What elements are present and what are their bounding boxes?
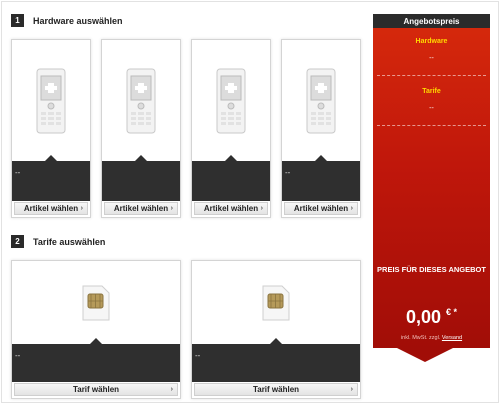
phone-image <box>12 40 90 161</box>
sidebar-tarife-label: Tarife <box>422 88 441 95</box>
button-label: Tarif wählen <box>252 385 300 394</box>
phone-icon <box>306 68 336 133</box>
hardware-card-info <box>192 155 270 201</box>
button-label: Tarif wählen <box>72 385 120 394</box>
sidebar-tarife-value: -- <box>429 105 434 112</box>
tarif-card-2[interactable]: -- Tarif wählen › <box>191 260 361 399</box>
artikel-waehlen-button[interactable]: Artikel wählen › <box>104 202 178 215</box>
sidebar-hardware-label: Hardware <box>415 38 448 45</box>
tarif-card-value: -- <box>15 351 21 360</box>
versand-link[interactable]: Versand <box>442 335 462 341</box>
tarif-waehlen-button[interactable]: Tarif wählen › <box>194 383 358 396</box>
price-sidebar: Angebotspreis Hardware -- Tarife -- PREI… <box>373 14 490 348</box>
divider <box>377 75 486 76</box>
tarif-card-info: -- <box>192 338 360 382</box>
hardware-card-info <box>102 155 180 201</box>
tarife-section-title: Tarife auswählen <box>33 236 106 247</box>
step-number-2: 2 <box>11 235 24 248</box>
price-value: 0,00 <box>405 307 441 327</box>
artikel-waehlen-button[interactable]: Artikel wählen › <box>284 202 358 215</box>
hardware-section-header: 1 Hardware auswählen <box>11 14 123 27</box>
chevron-right-icon: › <box>350 386 353 393</box>
sidebar-hardware-value: -- <box>429 55 434 62</box>
phone-image <box>282 40 360 161</box>
sim-image <box>12 261 180 344</box>
sidebar-header: Angebotspreis <box>373 14 490 28</box>
phone-image <box>102 40 180 161</box>
hardware-card-info: -- <box>282 155 360 201</box>
hardware-section-title: Hardware auswählen <box>33 15 123 26</box>
chevron-right-icon: › <box>170 205 173 212</box>
button-label: Artikel wählen <box>293 204 349 213</box>
hardware-card-2[interactable]: Artikel wählen › <box>101 39 181 218</box>
hardware-card-value: -- <box>15 168 21 177</box>
chevron-right-icon: › <box>170 386 173 393</box>
button-label: Artikel wählen <box>113 204 169 213</box>
tarife-section-header: 2 Tarife auswählen <box>11 235 105 248</box>
phone-icon <box>216 68 246 133</box>
artikel-waehlen-button[interactable]: Artikel wählen › <box>14 202 88 215</box>
price-note-text: inkl. MwSt. zzgl. <box>400 335 441 341</box>
tarif-card-value: -- <box>195 351 201 360</box>
sim-card-icon <box>262 285 290 320</box>
phone-icon <box>126 68 156 133</box>
phone-image <box>192 40 270 161</box>
sim-card-icon <box>82 285 110 320</box>
artikel-waehlen-button[interactable]: Artikel wählen › <box>194 202 268 215</box>
step-number-1: 1 <box>11 14 24 27</box>
phone-icon <box>36 68 66 133</box>
sim-image <box>192 261 360 344</box>
hardware-card-3[interactable]: Artikel wählen › <box>191 39 271 218</box>
sidebar-arrow <box>397 348 453 362</box>
tarif-card-1[interactable]: -- Tarif wählen › <box>11 260 181 399</box>
total-price: 0,00 € * <box>373 307 490 328</box>
hardware-card-info: -- <box>12 155 90 201</box>
hardware-card-4[interactable]: -- Artikel wählen › <box>281 39 361 218</box>
currency-symbol: € <box>446 307 452 317</box>
chevron-right-icon: › <box>80 205 83 212</box>
button-label: Artikel wählen <box>23 204 79 213</box>
hardware-card-1[interactable]: -- Artikel wählen › <box>11 39 91 218</box>
tarif-card-info: -- <box>12 338 180 382</box>
chevron-right-icon: › <box>350 205 353 212</box>
price-asterisk: * <box>453 307 458 317</box>
tarif-waehlen-button[interactable]: Tarif wählen › <box>14 383 178 396</box>
divider <box>377 125 486 126</box>
chevron-right-icon: › <box>260 205 263 212</box>
promo-text: PREIS FÜR DIESES ANGEBOT <box>377 265 486 274</box>
button-label: Artikel wählen <box>203 204 259 213</box>
price-note: inkl. MwSt. zzgl. Versand <box>373 335 490 341</box>
hardware-card-value: -- <box>285 168 291 177</box>
